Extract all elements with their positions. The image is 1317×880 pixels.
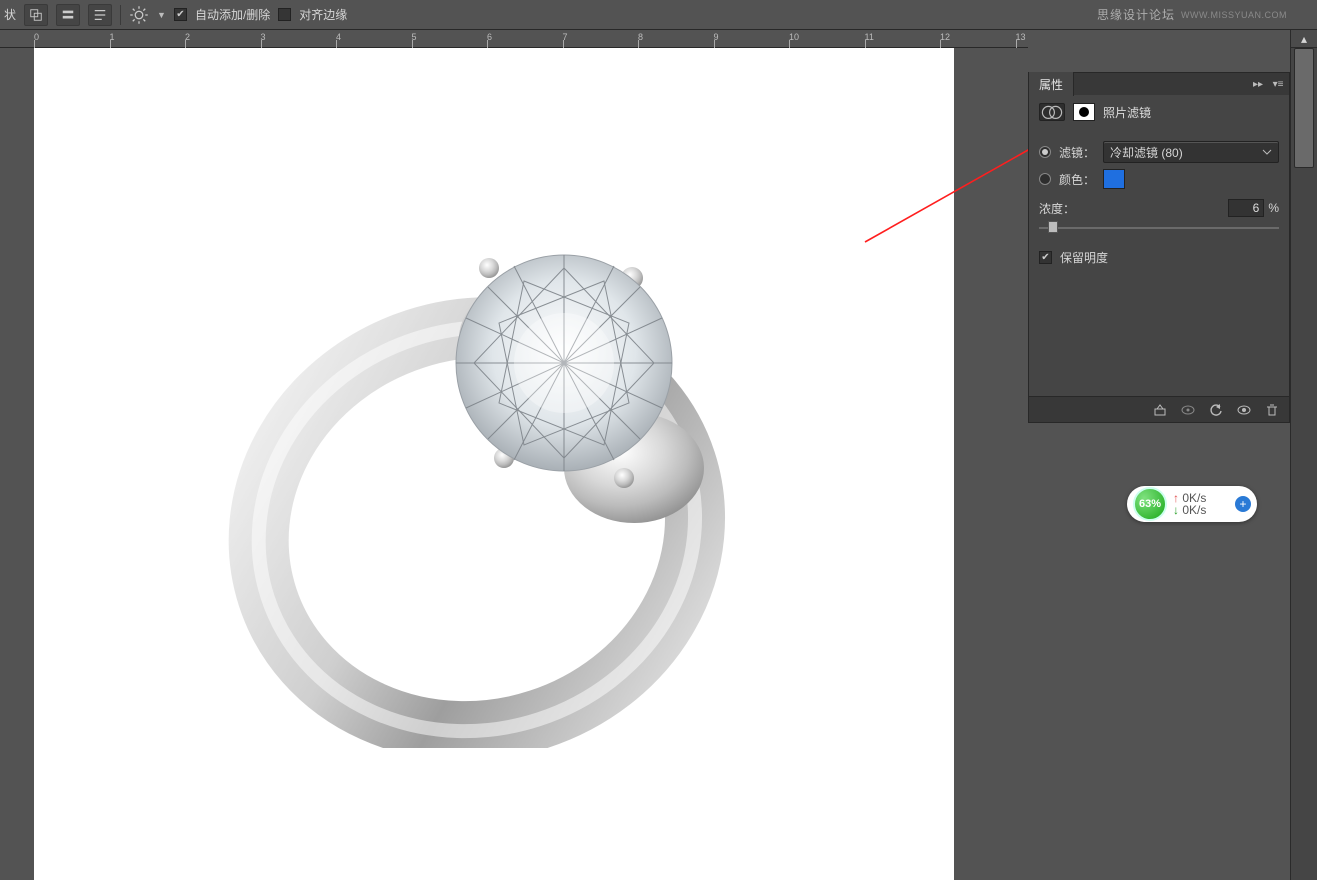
- watermark: 思缘设计论坛 WWW.MISSYUAN.COM: [1097, 6, 1287, 23]
- download-rate: 0K/s: [1173, 504, 1206, 516]
- panel-tabs: 属性 ▸▸ ▾≡: [1029, 73, 1289, 95]
- align-edges-checkbox[interactable]: [278, 8, 291, 21]
- density-slider[interactable]: [1039, 221, 1279, 235]
- dropdown-caret-icon[interactable]: ▼: [157, 10, 166, 20]
- network-widget[interactable]: 63% 0K/s 0K/s +: [1127, 486, 1257, 522]
- panel-collapse-icon[interactable]: ▸▸: [1249, 75, 1267, 93]
- panel-footer: [1029, 396, 1289, 422]
- network-rates: 0K/s 0K/s: [1173, 492, 1206, 516]
- density-row: 浓度： %: [1039, 199, 1279, 217]
- vertical-scrollbar[interactable]: ▴: [1290, 30, 1317, 880]
- auto-add-delete-label: 自动添加/删除: [195, 6, 270, 23]
- panel-header: 照片滤镜: [1029, 95, 1289, 129]
- auto-add-delete-checkbox[interactable]: [174, 8, 187, 21]
- panel-title: 照片滤镜: [1103, 104, 1151, 121]
- panel-menu-icon[interactable]: ▾≡: [1269, 75, 1287, 93]
- color-row: 颜色：: [1039, 169, 1279, 189]
- panel-body: 滤镜： 冷却滤镜 (80) 颜色： 浓度： %: [1029, 129, 1289, 286]
- memory-percent-badge[interactable]: 63%: [1133, 487, 1167, 521]
- color-label: 颜色：: [1059, 171, 1095, 188]
- toolbar-divider: [120, 5, 121, 25]
- watermark-url: WWW.MISSYUAN.COM: [1181, 10, 1287, 20]
- chevron-down-icon: [1262, 147, 1272, 157]
- document-content: [154, 108, 794, 748]
- filter-select[interactable]: 冷却滤镜 (80): [1103, 141, 1279, 163]
- color-radio[interactable]: [1039, 173, 1051, 185]
- path-ops-button-3[interactable]: [88, 4, 112, 26]
- path-ops-button-2[interactable]: [56, 4, 80, 26]
- preserve-luminosity-checkbox[interactable]: [1039, 251, 1052, 264]
- filter-row: 滤镜： 冷却滤镜 (80): [1039, 141, 1279, 163]
- properties-panel: 属性 ▸▸ ▾≡ 照片滤镜 滤镜： 冷却滤镜 (80) 颜色：: [1028, 72, 1290, 423]
- plus-icon[interactable]: +: [1235, 496, 1251, 512]
- density-label: 浓度：: [1039, 200, 1075, 217]
- panel-dock: 属性 ▸▸ ▾≡ 照片滤镜 滤镜： 冷却滤镜 (80) 颜色：: [1028, 30, 1290, 880]
- filter-radio[interactable]: [1039, 146, 1051, 158]
- filter-label: 滤镜：: [1059, 144, 1095, 161]
- tool-label-fragment: 状: [4, 6, 16, 23]
- gear-icon[interactable]: [129, 5, 149, 25]
- preserve-row: 保留明度: [1039, 249, 1279, 266]
- reset-icon[interactable]: [1205, 401, 1227, 419]
- density-input[interactable]: [1228, 199, 1264, 217]
- scrollbar-thumb[interactable]: [1294, 48, 1314, 168]
- view-previous-icon[interactable]: [1177, 401, 1199, 419]
- tab-properties[interactable]: 属性: [1029, 72, 1074, 96]
- scroll-up-icon[interactable]: ▴: [1291, 30, 1317, 48]
- path-ops-button-1[interactable]: [24, 4, 48, 26]
- adjustment-icon[interactable]: [1039, 103, 1065, 121]
- filter-select-value: 冷却滤镜 (80): [1110, 144, 1183, 161]
- canvas[interactable]: [34, 48, 954, 880]
- trash-icon[interactable]: [1261, 401, 1283, 419]
- visibility-icon[interactable]: [1233, 401, 1255, 419]
- density-unit: %: [1268, 201, 1279, 215]
- watermark-brand: 思缘设计论坛: [1097, 6, 1175, 23]
- layer-mask-icon[interactable]: [1073, 103, 1095, 121]
- color-swatch[interactable]: [1103, 169, 1125, 189]
- clip-to-layer-icon[interactable]: [1149, 401, 1171, 419]
- preserve-luminosity-label: 保留明度: [1060, 249, 1108, 266]
- align-edges-label: 对齐边缘: [299, 6, 347, 23]
